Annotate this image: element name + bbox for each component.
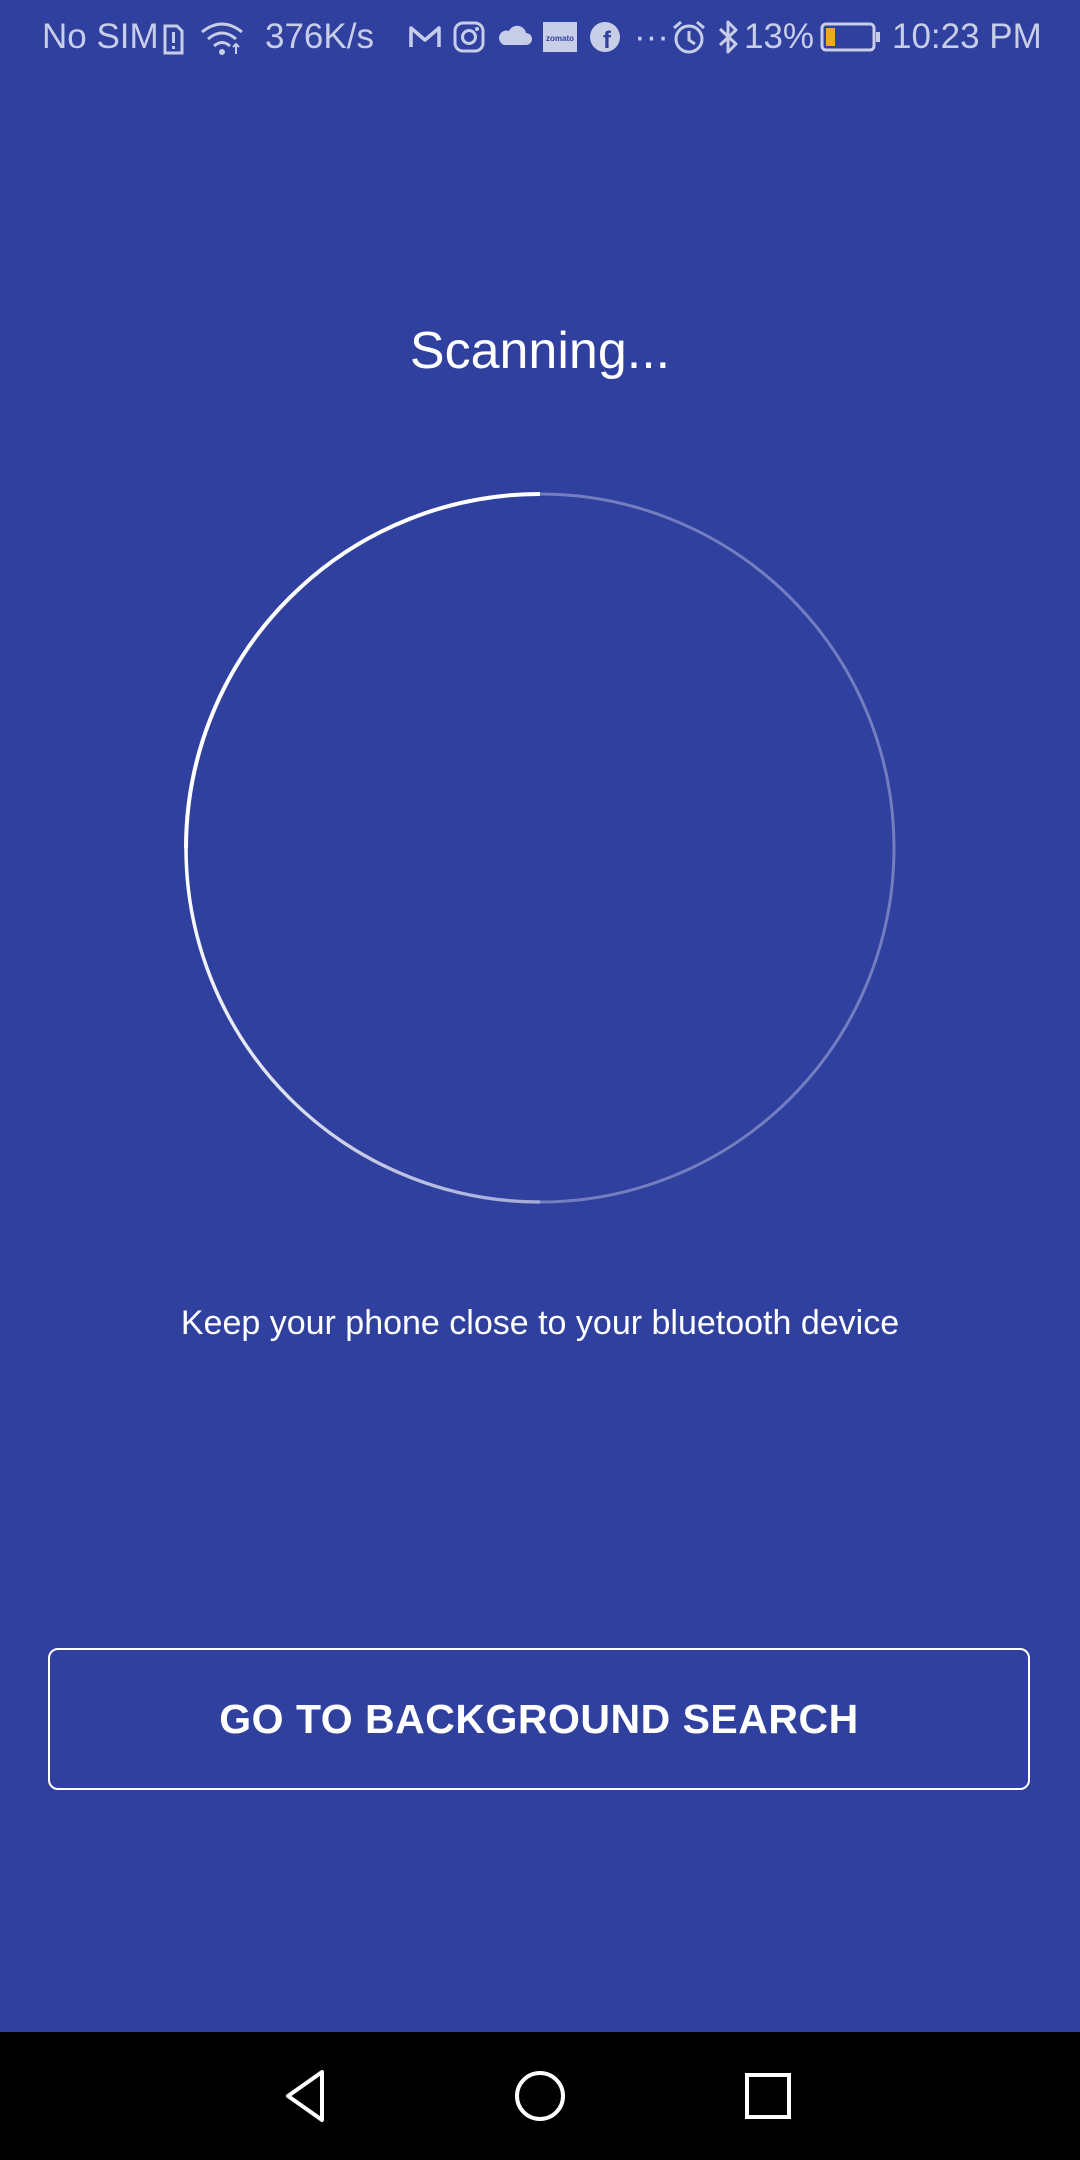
- carrier-label: No SIM: [42, 17, 159, 56]
- battery-fill: [826, 28, 835, 46]
- back-icon: [286, 2070, 324, 2122]
- recents-icon: [745, 2073, 791, 2119]
- ring-progress-arc: [184, 492, 541, 849]
- instagram-icon: [452, 14, 486, 60]
- facebook-icon: f: [588, 14, 622, 60]
- battery-icon: [820, 14, 882, 60]
- ring-trail-arc: [184, 847, 541, 1204]
- facebook-logo-text: f: [603, 27, 612, 54]
- zomato-icon: zomato: [542, 14, 578, 60]
- background-search-button[interactable]: GO TO BACKGROUND SEARCH: [48, 1648, 1030, 1790]
- ring-track: [184, 492, 896, 1204]
- scan-screen: No SIM 376K/s zomato f ··· 13% 10:23 PM …: [0, 0, 1080, 2160]
- page-title: Scanning...: [409, 322, 671, 380]
- alarm-icon: [670, 14, 708, 60]
- notification-overflow: ···: [634, 17, 669, 56]
- status-bar: No SIM 376K/s zomato f ··· 13% 10:23 PM: [0, 0, 1080, 74]
- network-speed: 376K/s: [265, 17, 374, 56]
- home-icon: [515, 2071, 565, 2121]
- gmail-icon: [408, 14, 442, 60]
- scanning-ring: [182, 490, 898, 1206]
- cloud-icon: [496, 14, 532, 60]
- navigation-bar: [0, 2032, 1080, 2160]
- bluetooth-icon: [716, 14, 740, 60]
- sim-alert-icon: [160, 14, 186, 60]
- clock: 10:23 PM: [892, 17, 1042, 56]
- wifi-icon: [198, 14, 246, 60]
- zomato-logo-text: zomato: [546, 34, 574, 43]
- scan-hint-text: Keep your phone close to your bluetooth …: [180, 1304, 900, 1342]
- home-button[interactable]: [500, 2056, 580, 2136]
- recents-button[interactable]: [728, 2056, 808, 2136]
- back-button[interactable]: [268, 2056, 348, 2136]
- battery-percent: 13%: [744, 17, 815, 56]
